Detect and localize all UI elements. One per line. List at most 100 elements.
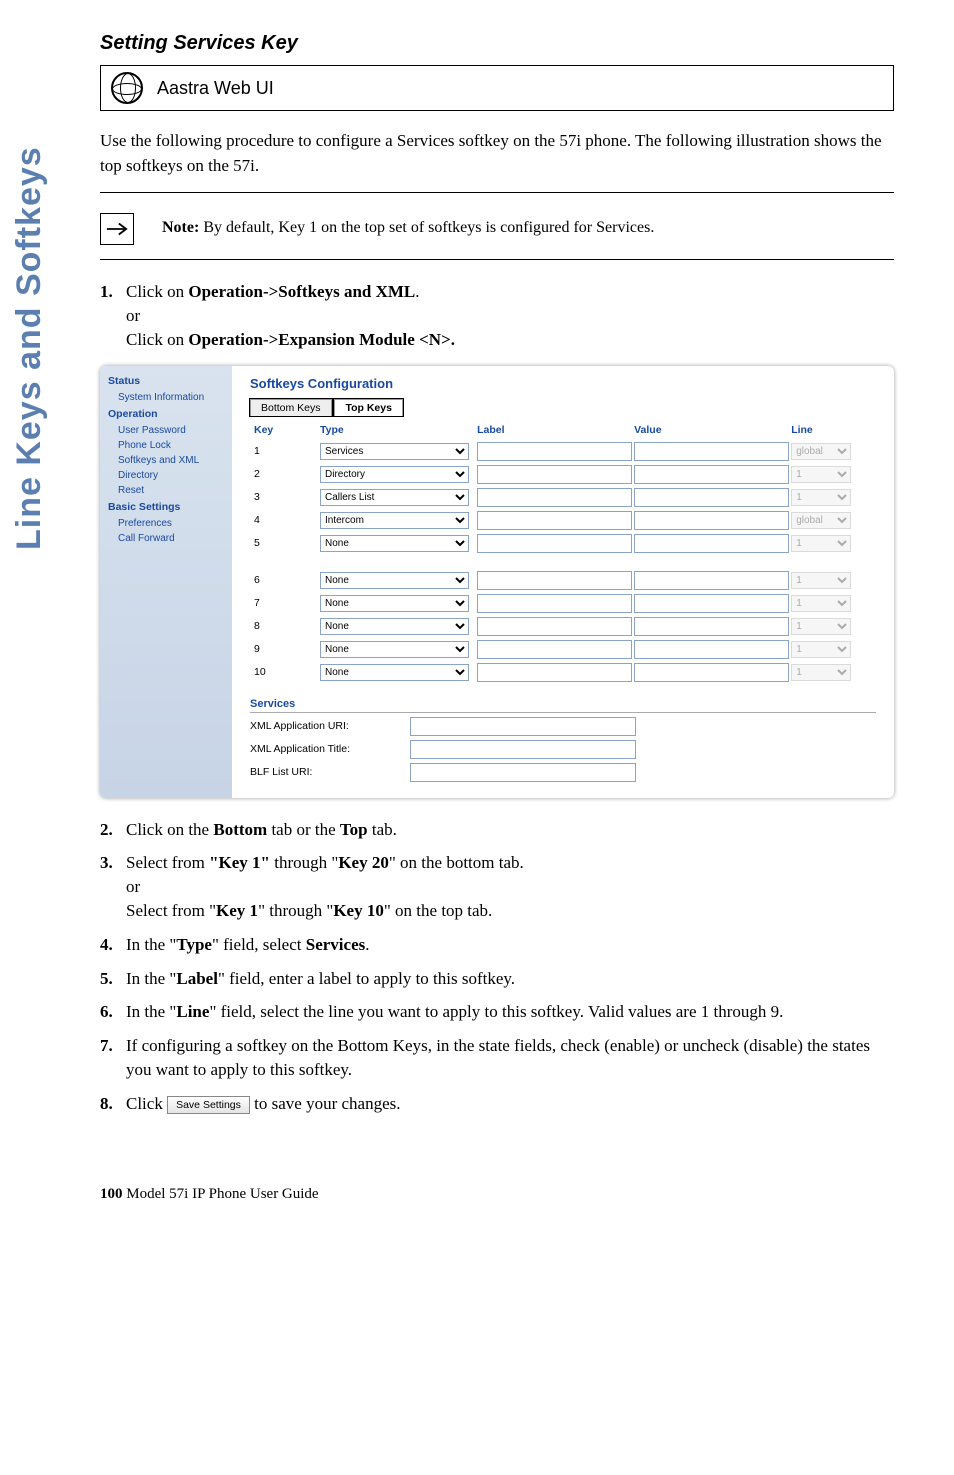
label-input[interactable] <box>477 465 632 484</box>
col-label: Label <box>473 420 630 440</box>
type-select[interactable]: Directory <box>320 466 469 483</box>
tab-top[interactable]: Top Keys <box>334 399 402 416</box>
nav-panel: Status System Information Operation User… <box>100 366 232 798</box>
step-7: 7. If configuring a softkey on the Botto… <box>100 1034 894 1082</box>
table-row: 7None1 <box>250 592 876 615</box>
text: Type <box>176 935 212 954</box>
line-select[interactable]: 1 <box>791 641 851 658</box>
type-select[interactable]: None <box>320 595 469 612</box>
step-5: 5. In the "Label" field, enter a label t… <box>100 967 894 991</box>
line-select[interactable]: 1 <box>791 572 851 589</box>
text: . <box>365 935 369 954</box>
text: " on the bottom tab. <box>389 853 524 872</box>
value-input[interactable] <box>634 640 789 659</box>
intro-text: Use the following procedure to configure… <box>100 129 894 178</box>
col-type: Type <box>316 420 473 440</box>
nav-sysinfo[interactable]: System Information <box>100 390 232 405</box>
value-input[interactable] <box>634 594 789 613</box>
key-cell: 8 <box>250 615 316 638</box>
text: " field, enter a label to apply to this … <box>218 969 515 988</box>
key-cell: 9 <box>250 638 316 661</box>
note-label: Note: <box>162 219 199 236</box>
line-select[interactable]: 1 <box>791 466 851 483</box>
text: Click on <box>126 330 188 349</box>
softkey-table: Key Type Label Value Line 1Servicesgloba… <box>250 420 876 684</box>
note-body: By default, Key 1 on the top set of soft… <box>199 219 654 236</box>
text: In the " <box>126 935 176 954</box>
type-select[interactable]: None <box>320 664 469 681</box>
key-cell: 5 <box>250 532 316 555</box>
web-ui-label: Aastra Web UI <box>157 78 274 99</box>
nav-callfwd[interactable]: Call Forward <box>100 531 232 546</box>
label-input[interactable] <box>477 663 632 682</box>
step-4: 4. In the "Type" field, select Services. <box>100 933 894 957</box>
col-line: Line <box>787 420 876 440</box>
step-8: 8. Click Save Settings to save your chan… <box>100 1092 894 1116</box>
value-input[interactable] <box>634 488 789 507</box>
type-select[interactable]: None <box>320 535 469 552</box>
line-select[interactable]: 1 <box>791 664 851 681</box>
nav-reset[interactable]: Reset <box>100 483 232 498</box>
nav-basic[interactable]: Basic Settings <box>100 498 232 516</box>
line-select[interactable]: 1 <box>791 535 851 552</box>
text: In the " <box>126 969 176 988</box>
label-input[interactable] <box>477 511 632 530</box>
label-input[interactable] <box>477 534 632 553</box>
key-cell: 10 <box>250 661 316 684</box>
type-select[interactable]: None <box>320 618 469 635</box>
nav-prefs[interactable]: Preferences <box>100 516 232 531</box>
blf-input[interactable] <box>410 763 636 782</box>
text: or <box>126 306 140 325</box>
text: " field, select <box>212 935 306 954</box>
xml-uri-label: XML Application URI: <box>250 720 410 732</box>
side-tab: Line Keys and Softkeys <box>10 0 58 550</box>
text: Select from " <box>126 901 216 920</box>
nav-userpwd[interactable]: User Password <box>100 423 232 438</box>
nav-phonelock[interactable]: Phone Lock <box>100 438 232 453</box>
type-select[interactable]: Intercom <box>320 512 469 529</box>
label-input[interactable] <box>477 617 632 636</box>
text: Line <box>176 1002 209 1021</box>
line-select[interactable]: global <box>791 512 851 529</box>
value-input[interactable] <box>634 617 789 636</box>
value-input[interactable] <box>634 442 789 461</box>
nav-status[interactable]: Status <box>100 372 232 390</box>
line-select[interactable]: global <box>791 443 851 460</box>
xml-uri-input[interactable] <box>410 717 636 736</box>
xml-title-input[interactable] <box>410 740 636 759</box>
nav-operation[interactable]: Operation <box>100 405 232 423</box>
text: Operation->Expansion Module <N>. <box>188 330 455 349</box>
type-select[interactable]: None <box>320 641 469 658</box>
value-input[interactable] <box>634 571 789 590</box>
table-row: 2Directory1 <box>250 463 876 486</box>
type-select[interactable]: Callers List <box>320 489 469 506</box>
nav-softxml[interactable]: Softkeys and XML <box>100 453 232 468</box>
text: " field, select the line you want to app… <box>209 1002 783 1021</box>
type-select[interactable]: None <box>320 572 469 589</box>
value-input[interactable] <box>634 465 789 484</box>
line-select[interactable]: 1 <box>791 489 851 506</box>
label-input[interactable] <box>477 488 632 507</box>
line-select[interactable]: 1 <box>791 595 851 612</box>
line-select[interactable]: 1 <box>791 618 851 635</box>
divider <box>100 192 894 193</box>
label-input[interactable] <box>477 640 632 659</box>
value-input[interactable] <box>634 663 789 682</box>
text: Services <box>306 935 365 954</box>
footer-text: Model 57i IP Phone User Guide <box>123 1186 319 1202</box>
text: Label <box>176 969 218 988</box>
label-input[interactable] <box>477 571 632 590</box>
note-text: Note: By default, Key 1 on the top set o… <box>162 213 654 237</box>
save-settings-button[interactable]: Save Settings <box>167 1096 250 1115</box>
value-input[interactable] <box>634 511 789 530</box>
nav-directory[interactable]: Directory <box>100 468 232 483</box>
text: Key 10 <box>333 901 384 920</box>
tabs: Bottom Keys Top Keys <box>250 399 876 416</box>
label-input[interactable] <box>477 594 632 613</box>
tab-bottom[interactable]: Bottom Keys <box>250 399 332 416</box>
type-select[interactable]: Services <box>320 443 469 460</box>
value-input[interactable] <box>634 534 789 553</box>
table-row: 3Callers List1 <box>250 486 876 509</box>
table-row: 4Intercomglobal <box>250 509 876 532</box>
label-input[interactable] <box>477 442 632 461</box>
